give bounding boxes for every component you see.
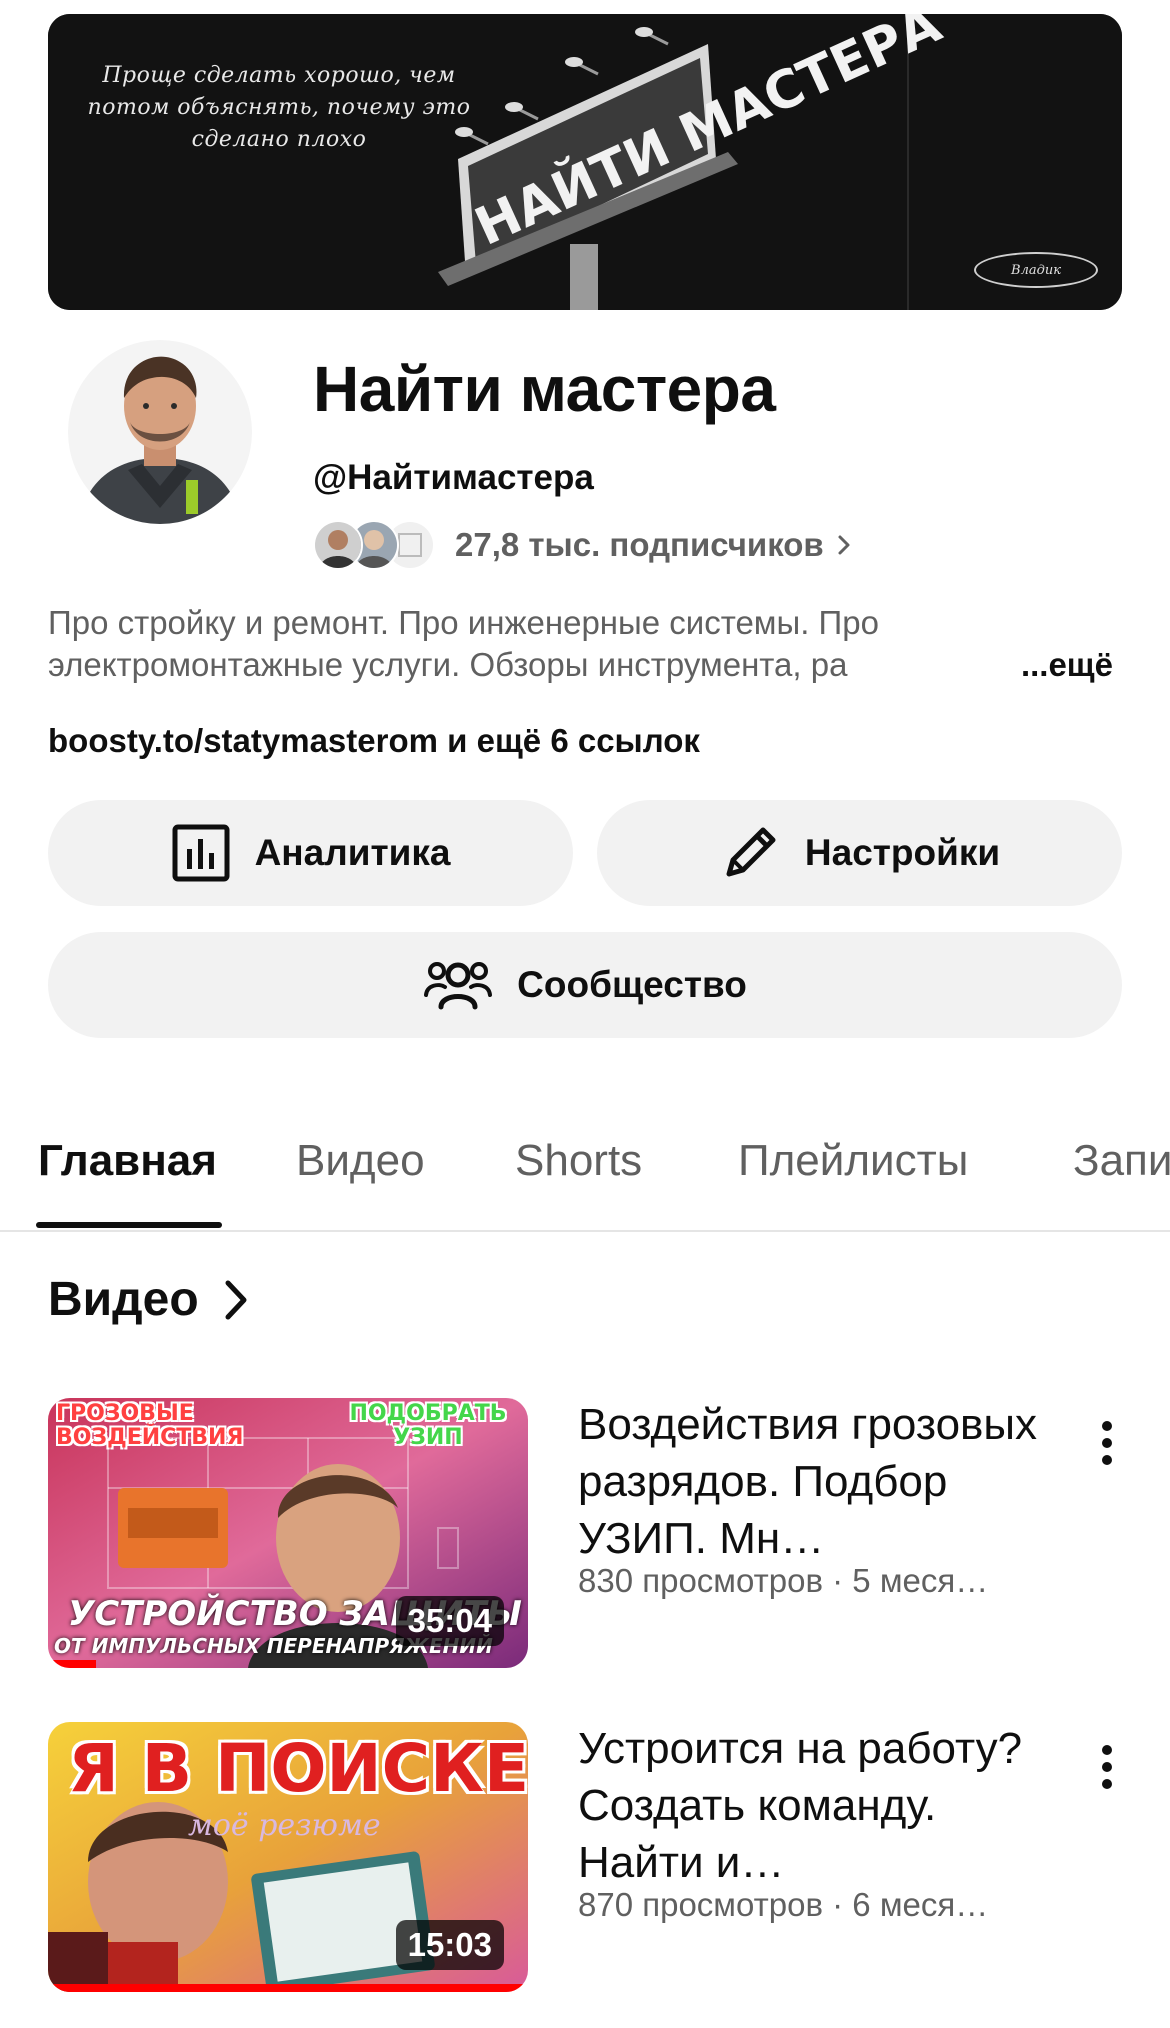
section-title: Видео bbox=[48, 1273, 199, 1326]
thumbnail-text: ПОДОБРАТЬ УЗИП bbox=[349, 1401, 507, 1450]
subscriber-count: 27,8 тыс. подписчиков bbox=[455, 526, 824, 563]
analytics-icon bbox=[172, 824, 230, 882]
video-meta: 870 просмотров · 6 меся… bbox=[578, 1886, 989, 1923]
analytics-label: Аналитика bbox=[254, 832, 451, 873]
description-more-link[interactable]: ...ещё bbox=[1014, 644, 1113, 686]
tab-shorts[interactable]: Shorts bbox=[515, 1136, 642, 1186]
description-line: электромонтажные услуги. Обзоры инструме… bbox=[48, 646, 848, 683]
more-vert-icon[interactable] bbox=[1092, 1418, 1122, 1468]
community-label: Сообщество bbox=[517, 964, 747, 1005]
banner-signature: Владик bbox=[974, 252, 1098, 288]
video-item[interactable]: Я В ПОИСКЕ моё резюме 15:03 Устроится на… bbox=[48, 1722, 1122, 1992]
channel-links[interactable]: boosty.to/statymasterom и ещё 6 ссылок bbox=[48, 722, 700, 760]
chevron-right-icon bbox=[838, 535, 850, 555]
banner-quote: Проще сделать хорошо, чем потом объяснят… bbox=[87, 63, 471, 152]
channel-avatar[interactable] bbox=[68, 340, 252, 524]
subscriber-avatar bbox=[313, 520, 363, 570]
channel-tabs: Главная Видео Shorts Плейлисты Записи bbox=[0, 1100, 1170, 1232]
pencil-icon bbox=[726, 827, 776, 877]
analytics-button[interactable]: Аналитика bbox=[48, 800, 573, 906]
video-meta: 830 просмотров · 5 меся… bbox=[578, 1562, 989, 1599]
watch-progress-bar bbox=[48, 1984, 528, 1992]
channel-banner: НАЙТИ МАСТЕРА Проще сделать хорошо, чем … bbox=[48, 14, 1122, 310]
video-title[interactable]: Устроится на работу? Создать команду. На… bbox=[578, 1720, 1038, 1891]
thumbnail-text: ГРОЗОВЫЕ ВОЗДЕЙСТВИЯ bbox=[56, 1401, 244, 1450]
community-button[interactable]: Сообщество bbox=[48, 932, 1122, 1038]
video-thumbnail[interactable]: ГРОЗОВЫЕ ВОЗДЕЙСТВИЯ ПОДОБРАТЬ УЗИП УСТР… bbox=[48, 1398, 528, 1668]
thumbnail-text: моё резюме bbox=[188, 1808, 381, 1843]
chevron-right-icon bbox=[225, 1280, 247, 1319]
video-title[interactable]: Воздействия грозовых разрядов. Подбор УЗ… bbox=[578, 1396, 1038, 1567]
community-icon bbox=[424, 962, 493, 1010]
tab-posts[interactable]: Записи bbox=[1073, 1136, 1170, 1186]
channel-name: Найти мастера bbox=[313, 353, 776, 425]
tab-playlists[interactable]: Плейлисты bbox=[738, 1136, 968, 1186]
channel-handle: @Найтимастера bbox=[313, 458, 594, 497]
more-vert-icon[interactable] bbox=[1092, 1742, 1122, 1792]
active-tab-indicator bbox=[36, 1222, 222, 1228]
watch-progress-bar bbox=[48, 1660, 96, 1668]
video-duration: 35:04 bbox=[395, 1596, 504, 1646]
video-duration: 15:03 bbox=[395, 1920, 504, 1970]
subscribers-row[interactable]: 27,8 тыс. подписчиков bbox=[313, 520, 854, 570]
video-item[interactable]: ГРОЗОВЫЕ ВОЗДЕЙСТВИЯ ПОДОБРАТЬ УЗИП УСТР… bbox=[48, 1398, 1122, 1668]
section-header-videos[interactable]: Видео bbox=[48, 1272, 249, 1327]
tab-home[interactable]: Главная bbox=[38, 1136, 217, 1186]
thumbnail-text: Я В ПОИСКЕ bbox=[68, 1730, 528, 1807]
channel-description[interactable]: Про стройку и ремонт. Про инженерные сис… bbox=[48, 602, 1123, 686]
video-thumbnail[interactable]: Я В ПОИСКЕ моё резюме 15:03 bbox=[48, 1722, 528, 1992]
tab-videos[interactable]: Видео bbox=[296, 1136, 425, 1186]
settings-label: Настройки bbox=[804, 832, 1001, 873]
settings-button[interactable]: Настройки bbox=[597, 800, 1122, 906]
description-line: Про стройку и ремонт. Про инженерные сис… bbox=[48, 604, 879, 641]
